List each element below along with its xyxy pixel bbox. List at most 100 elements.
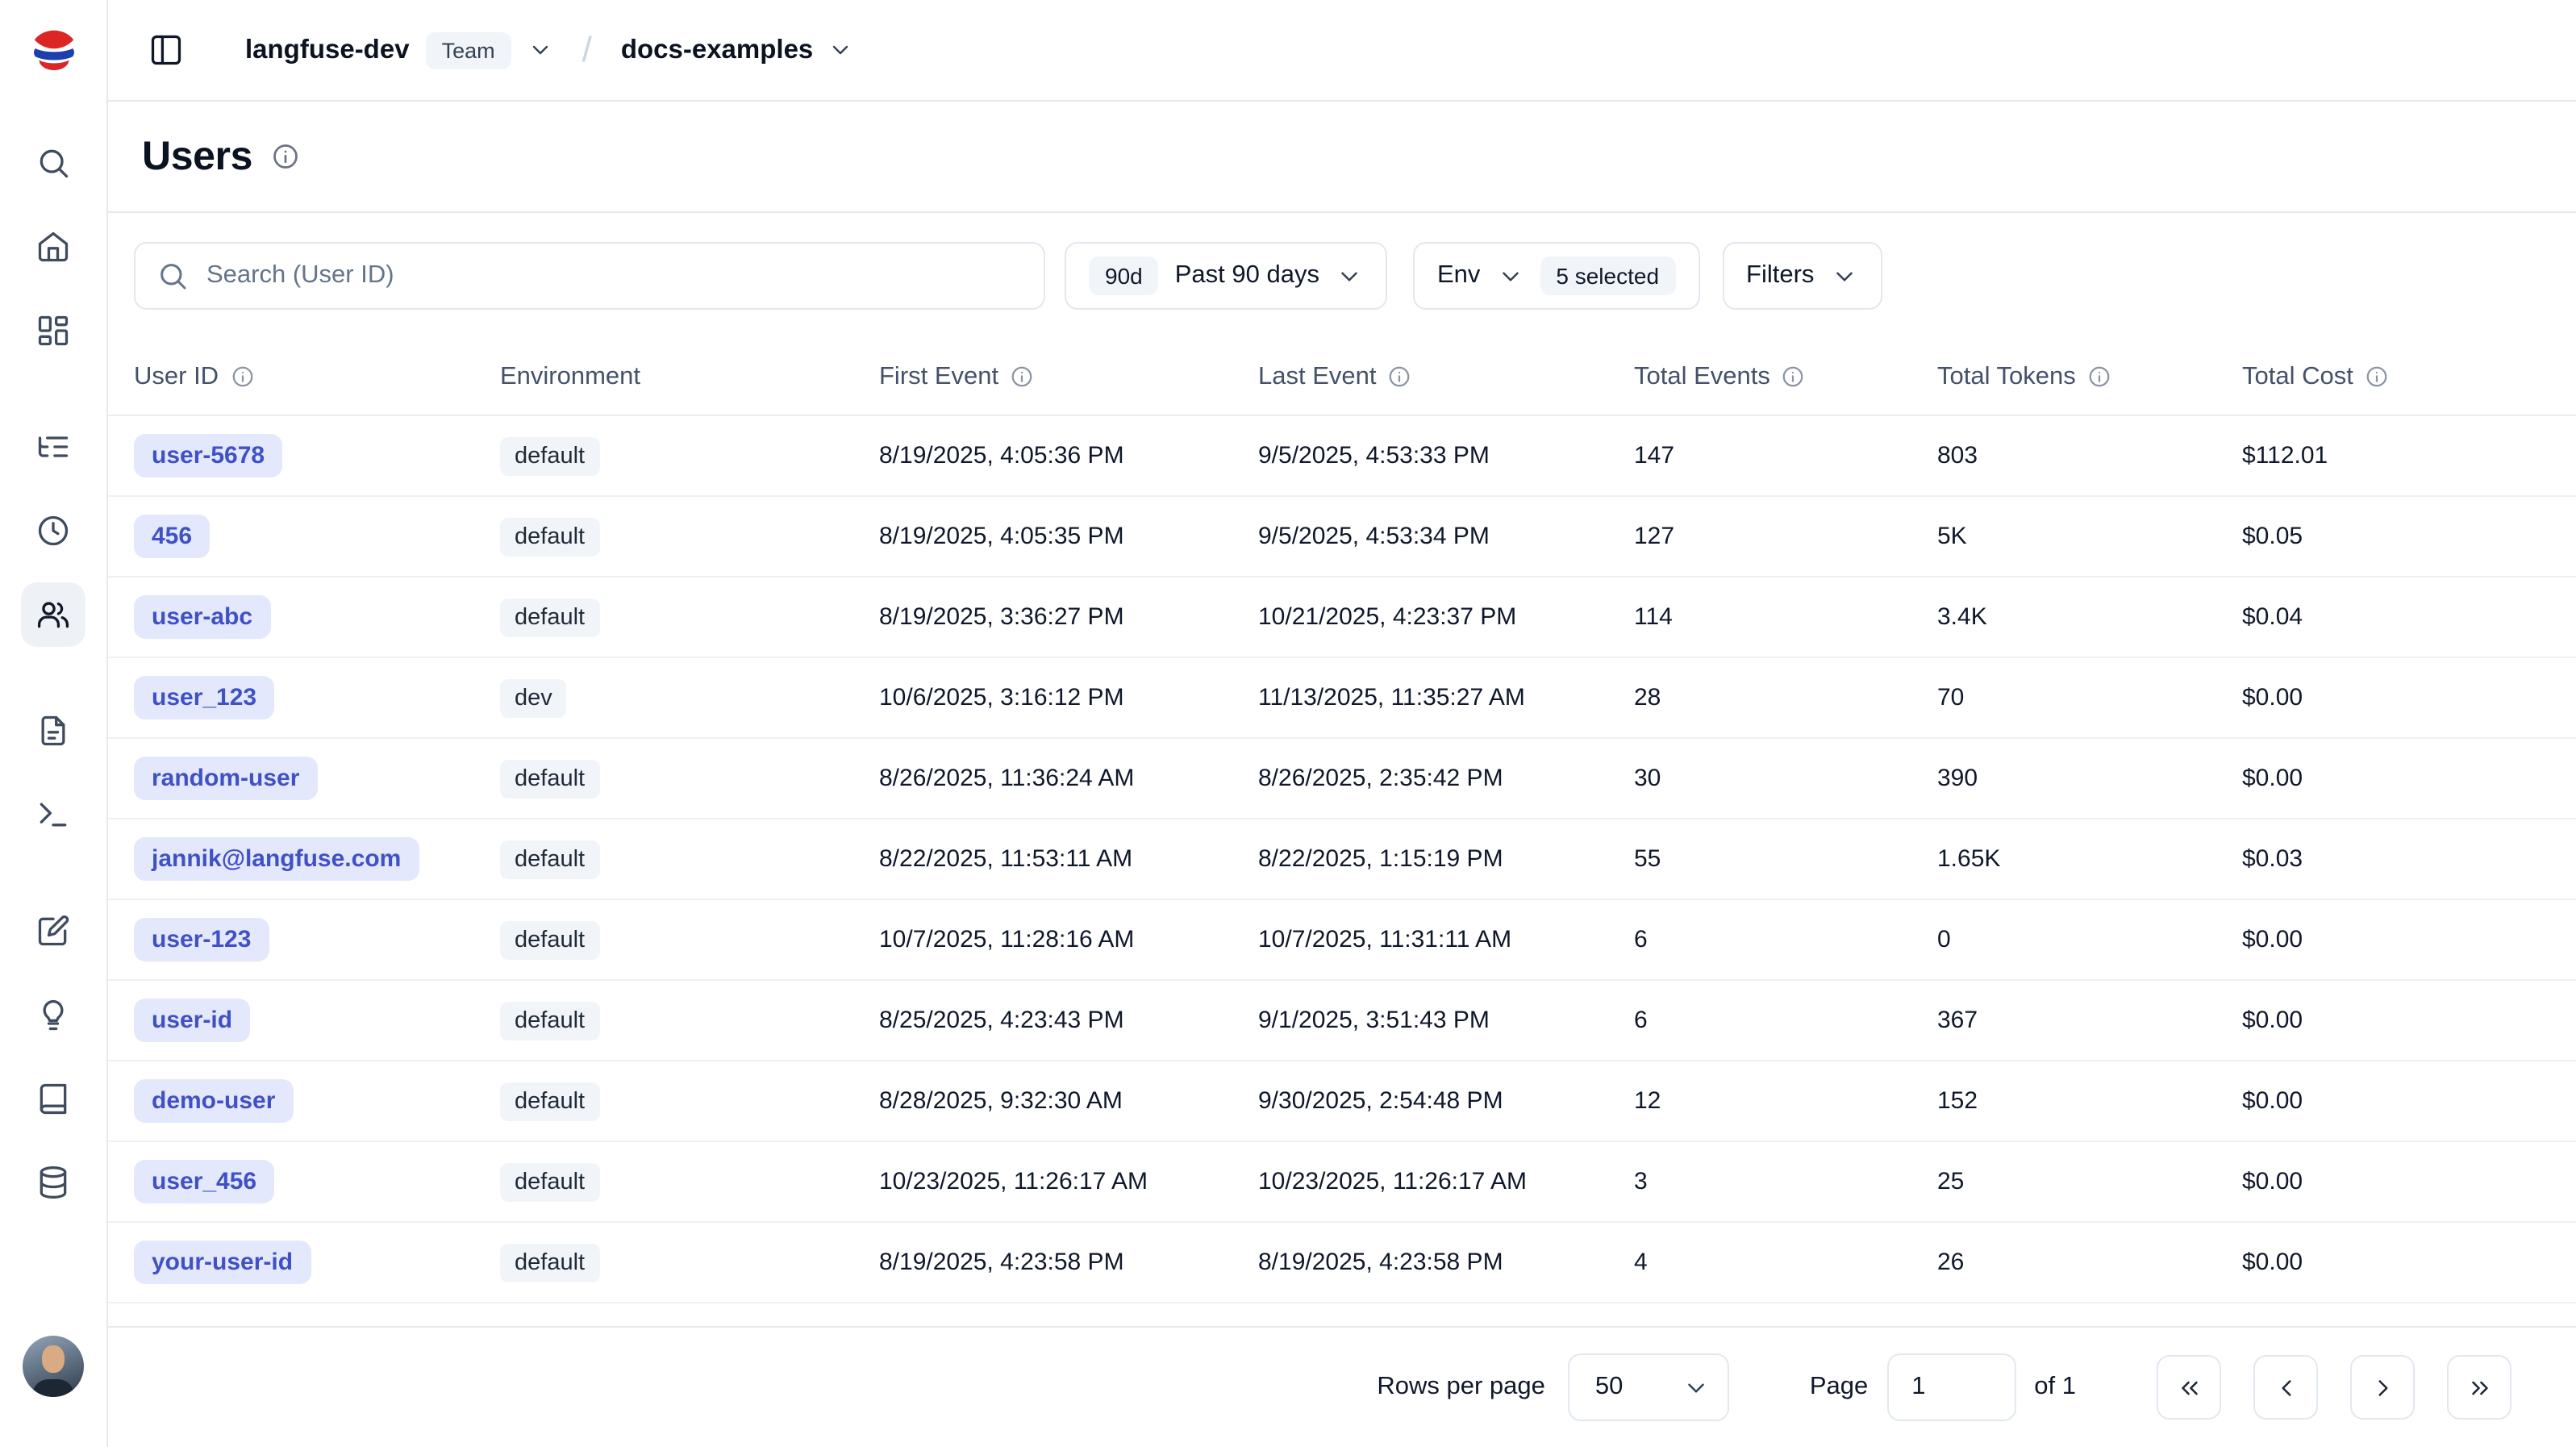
sidebar-toggle-button[interactable]: [148, 32, 184, 68]
user-avatar[interactable]: [23, 1336, 84, 1397]
column-header-last-event[interactable]: Last Event: [1258, 362, 1634, 391]
org-switcher[interactable]: langfuse-dev Team: [245, 31, 553, 69]
user-id-badge[interactable]: user_123: [134, 676, 274, 719]
filter-toolbar: 90d Past 90 days Env 5 selected Filters: [108, 213, 2576, 339]
list-tree-icon: [35, 429, 71, 465]
first-event-cell: 8/25/2025, 4:23:43 PM: [879, 1007, 1258, 1034]
info-icon[interactable]: [1010, 365, 1034, 389]
sidebar-item-dashboards[interactable]: [21, 298, 85, 363]
first-event-cell: 8/26/2025, 11:36:24 AM: [879, 765, 1258, 792]
env-selected-badge: 5 selected: [1540, 256, 1675, 295]
sidebar-item-docs[interactable]: [21, 1066, 85, 1131]
environment-cell: default: [500, 1001, 879, 1040]
info-icon[interactable]: [230, 365, 254, 389]
environment-cell: default: [500, 436, 879, 475]
user-id-badge[interactable]: demo-user: [134, 1079, 293, 1123]
sidebar-rail: [0, 0, 108, 1447]
search-input[interactable]: [206, 261, 1023, 290]
project-switcher[interactable]: docs-examples: [621, 35, 853, 65]
table-row[interactable]: user-id default 8/25/2025, 4:23:43 PM 9/…: [108, 981, 2576, 1061]
sidebar-item-users[interactable]: [21, 582, 85, 647]
project-name: docs-examples: [621, 35, 813, 65]
environment-badge: default: [500, 436, 599, 475]
previous-page-button[interactable]: [2253, 1355, 2318, 1420]
environment-badge: default: [500, 1001, 599, 1040]
info-icon[interactable]: [1782, 365, 1806, 389]
info-icon[interactable]: [2087, 365, 2111, 389]
table-row[interactable]: demo-user default 8/28/2025, 9:32:30 AM …: [108, 1061, 2576, 1142]
table-row[interactable]: user-5678 default 8/19/2025, 4:05:36 PM …: [108, 416, 2576, 497]
user-id-badge[interactable]: 456: [134, 515, 210, 558]
sidebar-item-annotation[interactable]: [21, 982, 85, 1047]
search-icon: [156, 260, 189, 292]
total-tokens-cell: 152: [1937, 1087, 2242, 1115]
next-page-button[interactable]: [2350, 1355, 2415, 1420]
page-title: Users: [142, 133, 252, 180]
last-event-cell: 8/26/2025, 2:35:42 PM: [1258, 765, 1634, 792]
total-events-cell: 12: [1634, 1087, 1937, 1115]
page-number-input[interactable]: [1887, 1353, 2016, 1421]
environment-cell: default: [500, 1243, 879, 1282]
info-icon[interactable]: [2365, 365, 2389, 389]
total-events-cell: 114: [1634, 603, 1937, 631]
user-id-badge[interactable]: user-abc: [134, 595, 270, 639]
column-header-total-events[interactable]: Total Events: [1634, 362, 1937, 391]
sidebar-item-evaluation[interactable]: [21, 899, 85, 963]
user-id-badge[interactable]: jannik@langfuse.com: [134, 837, 419, 881]
last-page-button[interactable]: [2447, 1355, 2511, 1420]
user-id-badge[interactable]: user-id: [134, 999, 250, 1042]
table-row[interactable]: your-user-id default 8/19/2025, 4:23:58 …: [108, 1223, 2576, 1303]
environment-cell: default: [500, 598, 879, 636]
column-header-environment[interactable]: Environment: [500, 362, 879, 391]
total-events-cell: 147: [1634, 442, 1937, 469]
environment-badge: default: [500, 920, 599, 959]
info-icon[interactable]: [270, 142, 299, 171]
environment-filter-button[interactable]: Env 5 selected: [1413, 242, 1699, 310]
table-header: User ID Environment First Event Last Eve…: [108, 339, 2576, 416]
sidebar-item-playground[interactable]: [21, 782, 85, 847]
column-header-total-cost[interactable]: Total Cost: [2242, 362, 2576, 391]
user-id-badge[interactable]: random-user: [134, 757, 317, 800]
user-id-cell: user_123: [134, 676, 500, 719]
total-cost-cell: $0.00: [2242, 1087, 2576, 1115]
sidebar-item-tracing[interactable]: [21, 415, 85, 479]
rows-per-page-select[interactable]: 50: [1568, 1353, 1729, 1421]
table-row[interactable]: jannik@langfuse.com default 8/22/2025, 1…: [108, 819, 2576, 900]
total-events-cell: 6: [1634, 926, 1937, 953]
table-row[interactable]: random-user default 8/26/2025, 11:36:24 …: [108, 739, 2576, 819]
sidebar-item-datasets[interactable]: [21, 1150, 85, 1215]
last-event-cell: 9/5/2025, 4:53:33 PM: [1258, 442, 1634, 469]
user-id-badge[interactable]: user-123: [134, 918, 269, 961]
total-cost-cell: $0.00: [2242, 684, 2576, 711]
table-row[interactable]: 456 default 8/19/2025, 4:05:35 PM 9/5/20…: [108, 497, 2576, 578]
total-events-cell: 3: [1634, 1168, 1937, 1195]
user-id-badge[interactable]: user_456: [134, 1160, 274, 1203]
sidebar-item-prompts[interactable]: [21, 698, 85, 763]
time-range-button[interactable]: 90d Past 90 days: [1065, 242, 1387, 310]
first-page-button[interactable]: [2157, 1355, 2221, 1420]
first-event-cell: 8/28/2025, 9:32:30 AM: [879, 1087, 1258, 1115]
sidebar-item-home[interactable]: [21, 215, 85, 279]
column-header-user-id[interactable]: User ID: [134, 362, 500, 391]
table-row[interactable]: user_123 dev 10/6/2025, 3:16:12 PM 11/13…: [108, 658, 2576, 739]
first-event-cell: 10/7/2025, 11:28:16 AM: [879, 926, 1258, 953]
pager-buttons: [2157, 1355, 2511, 1420]
search-box[interactable]: [134, 242, 1045, 310]
user-id-badge[interactable]: user-5678: [134, 434, 282, 477]
filters-button[interactable]: Filters: [1722, 242, 1882, 310]
user-id-badge[interactable]: your-user-id: [134, 1241, 311, 1284]
sidebar-item-search[interactable]: [21, 131, 85, 195]
table-row[interactable]: user-123 default 10/7/2025, 11:28:16 AM …: [108, 900, 2576, 981]
langfuse-users-page: langfuse-dev Team / docs-examples Users …: [0, 0, 2576, 1447]
table-row[interactable]: user_456 default 10/23/2025, 11:26:17 AM…: [108, 1142, 2576, 1223]
column-header-first-event[interactable]: First Event: [879, 362, 1258, 391]
time-range-label: Past 90 days: [1175, 261, 1319, 290]
filters-label: Filters: [1746, 261, 1814, 290]
sidebar-item-sessions[interactable]: [21, 498, 85, 563]
column-header-total-tokens[interactable]: Total Tokens: [1937, 362, 2242, 391]
total-cost-cell: $0.00: [2242, 765, 2576, 792]
first-event-cell: 8/19/2025, 4:05:36 PM: [879, 442, 1258, 469]
info-icon[interactable]: [1388, 365, 1412, 389]
user-id-cell: user_456: [134, 1160, 500, 1203]
table-row[interactable]: user-abc default 8/19/2025, 3:36:27 PM 1…: [108, 578, 2576, 658]
